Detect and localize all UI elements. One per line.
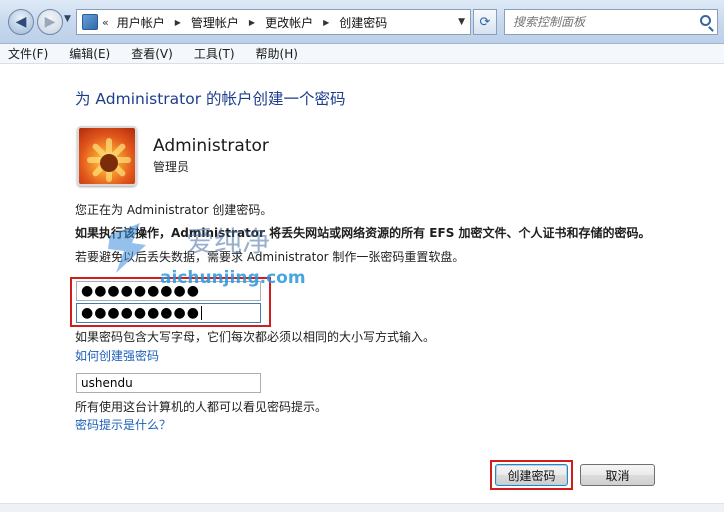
reset-disk-text: 若要避免以后丢失数据，需要求 Administrator 制作一张密码重置软盘。 xyxy=(75,250,465,264)
avatar xyxy=(77,126,137,186)
breadcrumb-create-password[interactable]: 创建密码 xyxy=(339,14,387,31)
account-name: Administrator xyxy=(153,136,269,156)
what-is-hint-link[interactable]: 密码提示是什么？ xyxy=(75,416,171,433)
search-box[interactable] xyxy=(504,9,718,35)
breadcrumb[interactable]: « 用户帐户 ▶ 管理帐户 ▶ 更改帐户 ▶ 创建密码 ▼ xyxy=(76,9,471,35)
case-sensitive-text: 如果密码包含大写字母，它们每次都必须以相同的大小写方式输入。 xyxy=(75,330,436,344)
back-arrow-icon[interactable]: ◀ xyxy=(8,9,34,35)
cancel-button[interactable]: 取消 xyxy=(580,464,655,486)
confirm-password-value: ●●●●●●●●● xyxy=(81,305,200,321)
recent-pages-dropdown-icon[interactable]: ▼ xyxy=(64,14,71,24)
refresh-icon[interactable]: ⟳ xyxy=(473,9,497,35)
forward-arrow-icon[interactable]: ▶ xyxy=(37,9,63,35)
menu-bar: 文件(F) 编辑(E) 查看(V) 工具(T) 帮助(H) xyxy=(0,44,724,64)
menu-view[interactable]: 查看(V) xyxy=(131,45,173,62)
password-hint-value: ushendu xyxy=(81,376,133,390)
confirm-password-field[interactable]: ●●●●●●●●● xyxy=(76,303,261,323)
create-password-button[interactable]: 创建密码 xyxy=(495,464,568,486)
chevron-right-icon[interactable]: ▶ xyxy=(323,18,329,27)
new-password-field[interactable]: ●●●●●●●●● xyxy=(76,281,261,301)
new-password-value: ●●●●●●●●● xyxy=(81,283,200,299)
chevron-right-icon[interactable]: ▶ xyxy=(249,18,255,27)
search-icon[interactable] xyxy=(700,15,711,26)
address-bar: ◀ ▶ ▼ « 用户帐户 ▶ 管理帐户 ▶ 更改帐户 ▶ 创建密码 ▼ ⟳ xyxy=(0,0,724,44)
efs-warning-text: 如果执行该操作，Administrator 将丢失网站或网络资源的所有 EFS … xyxy=(75,226,651,240)
breadcrumb-change-account[interactable]: 更改帐户 xyxy=(265,14,313,31)
page-title: 为 Administrator 的帐户创建一个密码 xyxy=(75,90,346,108)
text-caret xyxy=(200,306,202,320)
chevron-right-icon[interactable]: ▶ xyxy=(175,18,181,27)
password-hint-field[interactable]: ushendu xyxy=(76,373,261,393)
control-panel-icon xyxy=(82,14,98,30)
account-role: 管理员 xyxy=(153,160,190,174)
hint-visible-text: 所有使用这台计算机的人都可以看见密码提示。 xyxy=(75,400,328,414)
bottom-strip xyxy=(0,503,724,512)
content-pane: 为 Administrator 的帐户创建一个密码 Administrator … xyxy=(0,65,724,512)
menu-file[interactable]: 文件(F) xyxy=(8,45,48,62)
breadcrumb-manage-accounts[interactable]: 管理帐户 xyxy=(191,14,239,31)
address-dropdown-icon[interactable]: ▼ xyxy=(458,17,465,27)
menu-help[interactable]: 帮助(H) xyxy=(256,45,298,62)
search-input[interactable] xyxy=(513,15,683,29)
menu-tools[interactable]: 工具(T) xyxy=(194,45,235,62)
creating-password-text: 您正在为 Administrator 创建密码。 xyxy=(75,203,273,217)
strong-password-link[interactable]: 如何创建强密码 xyxy=(75,347,159,364)
breadcrumb-user-accounts[interactable]: 用户帐户 xyxy=(117,14,165,31)
breadcrumb-overflow-icon[interactable]: « xyxy=(102,16,109,29)
menu-edit[interactable]: 编辑(E) xyxy=(69,45,110,62)
